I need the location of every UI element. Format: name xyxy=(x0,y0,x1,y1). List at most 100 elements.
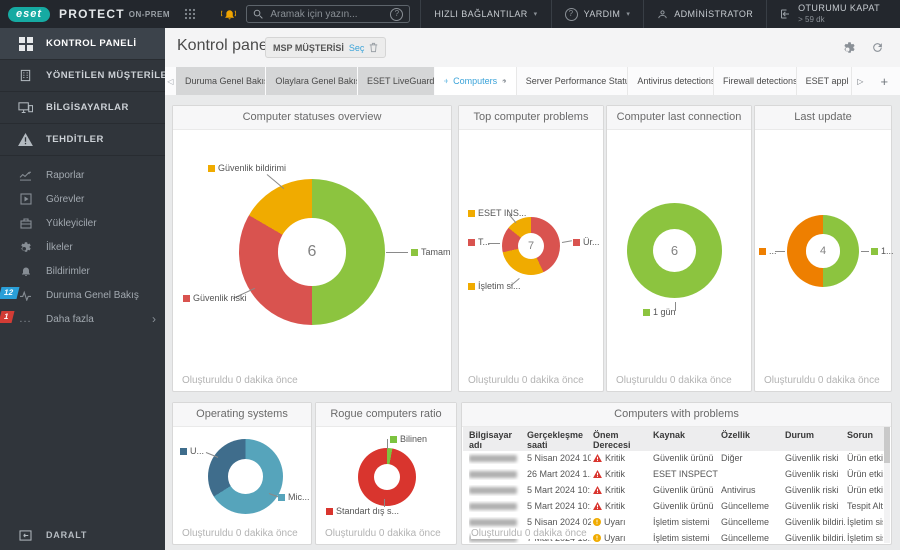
quick-links-menu[interactable]: HIZLI BAĞLANTILAR ▾ xyxy=(420,0,550,28)
card-title[interactable]: Computers with problems xyxy=(462,403,891,427)
tab-firewall-detections[interactable]: Firewall detections xyxy=(714,67,797,95)
card-title[interactable]: Last update xyxy=(755,106,891,130)
chip-select-action[interactable]: Seç xyxy=(349,43,365,53)
refresh-icon[interactable] xyxy=(871,41,884,54)
user-menu[interactable]: ADMİNİSTRATOR xyxy=(643,0,766,28)
legend-label: ... xyxy=(769,246,777,256)
sidebar-item-tehditler[interactable]: TEHDİTLER xyxy=(0,124,165,156)
legend-ubuntu[interactable]: U... xyxy=(180,446,204,456)
dashboard-tabstrip: ◁ Duruma Genel Bakış Olaylara Genel Bakı… xyxy=(165,67,900,95)
legend-microsoft[interactable]: Mic... xyxy=(278,492,310,502)
sidebar-item-ilkeler[interactable]: İlkeler xyxy=(0,235,165,259)
column-header-onem-derecesi[interactable]: Önem Derecesi xyxy=(593,427,651,451)
legend-t[interactable]: T... xyxy=(468,237,490,247)
problems-donut-chart[interactable]: 7 xyxy=(502,217,560,275)
trash-icon[interactable] xyxy=(369,42,378,53)
legend-bilinen[interactable]: Bilinen xyxy=(390,434,427,444)
top-bar: eset PROTECT ON-PREM ? HIZLI BAĞLANTILAR… xyxy=(0,0,900,28)
chevron-down-icon: ▾ xyxy=(534,10,538,18)
legend-update-old[interactable]: ... xyxy=(759,246,777,256)
legend-standart-disi[interactable]: Standart dış s... xyxy=(326,506,399,516)
eset-logo[interactable]: eset xyxy=(8,7,50,22)
redacted-computer-name xyxy=(469,503,517,510)
card-title[interactable]: Computer statuses overview xyxy=(173,106,451,130)
tabs-scroll-right[interactable]: ▷ xyxy=(852,67,868,95)
tab-computers-active[interactable]: Computers xyxy=(435,67,517,95)
sidebar-item-yukleyiciler[interactable]: Yükleyiciler xyxy=(0,211,165,235)
tab-olaylara-genel-bakis[interactable]: Olaylara Genel Bakış xyxy=(266,67,358,95)
collapse-sidebar-button[interactable]: DARALT xyxy=(0,520,165,550)
legend-isletim-si[interactable]: İşletim si... xyxy=(468,281,521,291)
cell-time: 5 Nisan 2024 02... xyxy=(527,517,591,527)
legend-update-recent[interactable]: 1... xyxy=(871,246,894,256)
sidebar-item-yonetilen-musteriler[interactable]: YÖNETİLEN MÜŞTERİLER xyxy=(0,60,165,92)
statuses-donut-chart[interactable]: 6 xyxy=(239,179,385,325)
global-search: ? xyxy=(246,5,410,23)
tab-settings-gear-icon[interactable] xyxy=(502,76,507,86)
table-header-row: Bilgisayar adı Gerçekleşme saati Önem De… xyxy=(463,427,890,451)
cell-status: Güvenlik riski xyxy=(785,469,845,479)
tab-duruma-genel-bakis[interactable]: Duruma Genel Bakış xyxy=(176,67,266,95)
redacted-computer-name xyxy=(469,519,517,526)
notification-bell-icon[interactable] xyxy=(221,7,236,21)
logout-button[interactable]: OTURUMU KAPAT > 59 dk xyxy=(766,0,900,28)
dashboard-settings-gear-icon[interactable] xyxy=(843,41,856,54)
help-menu[interactable]: ? YARDIM ▾ xyxy=(551,0,644,28)
table-scrollbar-thumb[interactable] xyxy=(884,427,890,463)
cell-source: İşletim sistemi xyxy=(653,533,719,543)
legend-eset-ins[interactable]: ESET INS... xyxy=(468,208,526,218)
sidebar-item-bildirimler[interactable]: Bildirimler xyxy=(0,259,165,283)
tab-eset-appl[interactable]: ESET appl xyxy=(797,67,853,95)
card-title[interactable]: Computer last connection xyxy=(607,106,751,130)
sidebar-item-gorevler[interactable]: Görevler xyxy=(0,187,165,211)
cell-feature: Güncelleme xyxy=(721,517,783,527)
card-footer-timestamp: Oluşturuldu 0 dakika önce xyxy=(471,528,593,539)
sidebar-item-daha-fazla[interactable]: 1 ... Daha fazla › xyxy=(0,307,165,331)
sidebar-item-kontrol-paneli[interactable]: KONTROL PANELİ xyxy=(0,28,165,60)
column-header-gerceklesme-saati[interactable]: Gerçekleşme saati xyxy=(527,427,591,451)
help-label: YARDIM xyxy=(584,9,621,19)
card-title[interactable]: Rogue computers ratio xyxy=(316,403,456,427)
legend-label: Tamam xyxy=(421,247,451,257)
column-header-kaynak[interactable]: Kaynak xyxy=(653,427,719,440)
msp-client-chip[interactable]: MSP MÜŞTERİSİ Seç xyxy=(265,37,386,58)
column-header-sorun[interactable]: Sorun xyxy=(847,427,887,440)
cell-source: Güvenlik ürünü xyxy=(653,453,719,463)
table-row[interactable]: 5 Mart 2024 10:...KritikGüvenlik ürünüGü… xyxy=(463,499,883,515)
cell-status: Güvenlik bildiri... xyxy=(785,517,845,527)
legend-ur[interactable]: Ür... xyxy=(573,237,600,247)
legend-guvenlik-bildirimi[interactable]: Güvenlik bildirimi xyxy=(208,163,286,173)
donut-center xyxy=(374,464,401,491)
tab-server-performance-status[interactable]: Server Performance Status xyxy=(517,67,629,95)
legend-tamam[interactable]: Tamam xyxy=(411,247,451,257)
sidebar-item-duruma-genel-bakis[interactable]: 12 Duruma Genel Bakış xyxy=(0,283,165,307)
column-header-bilgisayar-adi[interactable]: Bilgisayar adı xyxy=(469,427,525,451)
card-title[interactable]: Operating systems xyxy=(173,403,311,427)
rogue-donut-chart[interactable] xyxy=(358,448,416,506)
table-row[interactable]: 26 Mart 2024 1...KritikESET INSPECT ...G… xyxy=(463,467,883,483)
sidebar-item-bilgisayarlar[interactable]: BİLGİSAYARLAR xyxy=(0,92,165,124)
sidebar-item-raporlar[interactable]: Raporlar xyxy=(0,163,165,187)
card-title[interactable]: Top computer problems xyxy=(459,106,603,130)
table-row[interactable]: 5 Mart 2024 10:...KritikGüvenlik ürünüAn… xyxy=(463,483,883,499)
column-header-ozellik[interactable]: Özellik xyxy=(721,427,783,440)
legend-guvenlik-riski[interactable]: Güvenlik riski xyxy=(183,293,247,303)
table-row[interactable]: 5 Nisan 2024 10...KritikGüvenlik ürünüDi… xyxy=(463,451,883,467)
critical-icon xyxy=(593,470,602,480)
app-grid-icon[interactable] xyxy=(184,8,196,20)
last-update-donut-chart[interactable]: 4 xyxy=(787,215,859,287)
redacted-computer-name xyxy=(469,471,517,478)
tabs-scroll-left[interactable]: ◁ xyxy=(165,67,176,95)
search-input[interactable] xyxy=(268,8,385,21)
operating-systems-donut-chart[interactable] xyxy=(208,439,283,514)
add-tab-button[interactable]: + xyxy=(868,67,900,95)
leader-line xyxy=(562,240,572,243)
search-help-icon[interactable]: ? xyxy=(390,8,403,21)
last-connection-donut-chart[interactable]: 6 xyxy=(627,203,722,298)
column-header-durum[interactable]: Durum xyxy=(785,427,845,440)
tab-antivirus-detections[interactable]: Antivirus detections xyxy=(628,67,714,95)
tab-eset-liveguard[interactable]: ESET LiveGuard xyxy=(358,67,435,95)
legend-1-gun[interactable]: 1 gün xyxy=(643,307,676,317)
card-footer-timestamp: Oluşturuldu 0 dakika önce xyxy=(182,528,304,539)
cell-feature: Güncelleme xyxy=(721,501,783,511)
